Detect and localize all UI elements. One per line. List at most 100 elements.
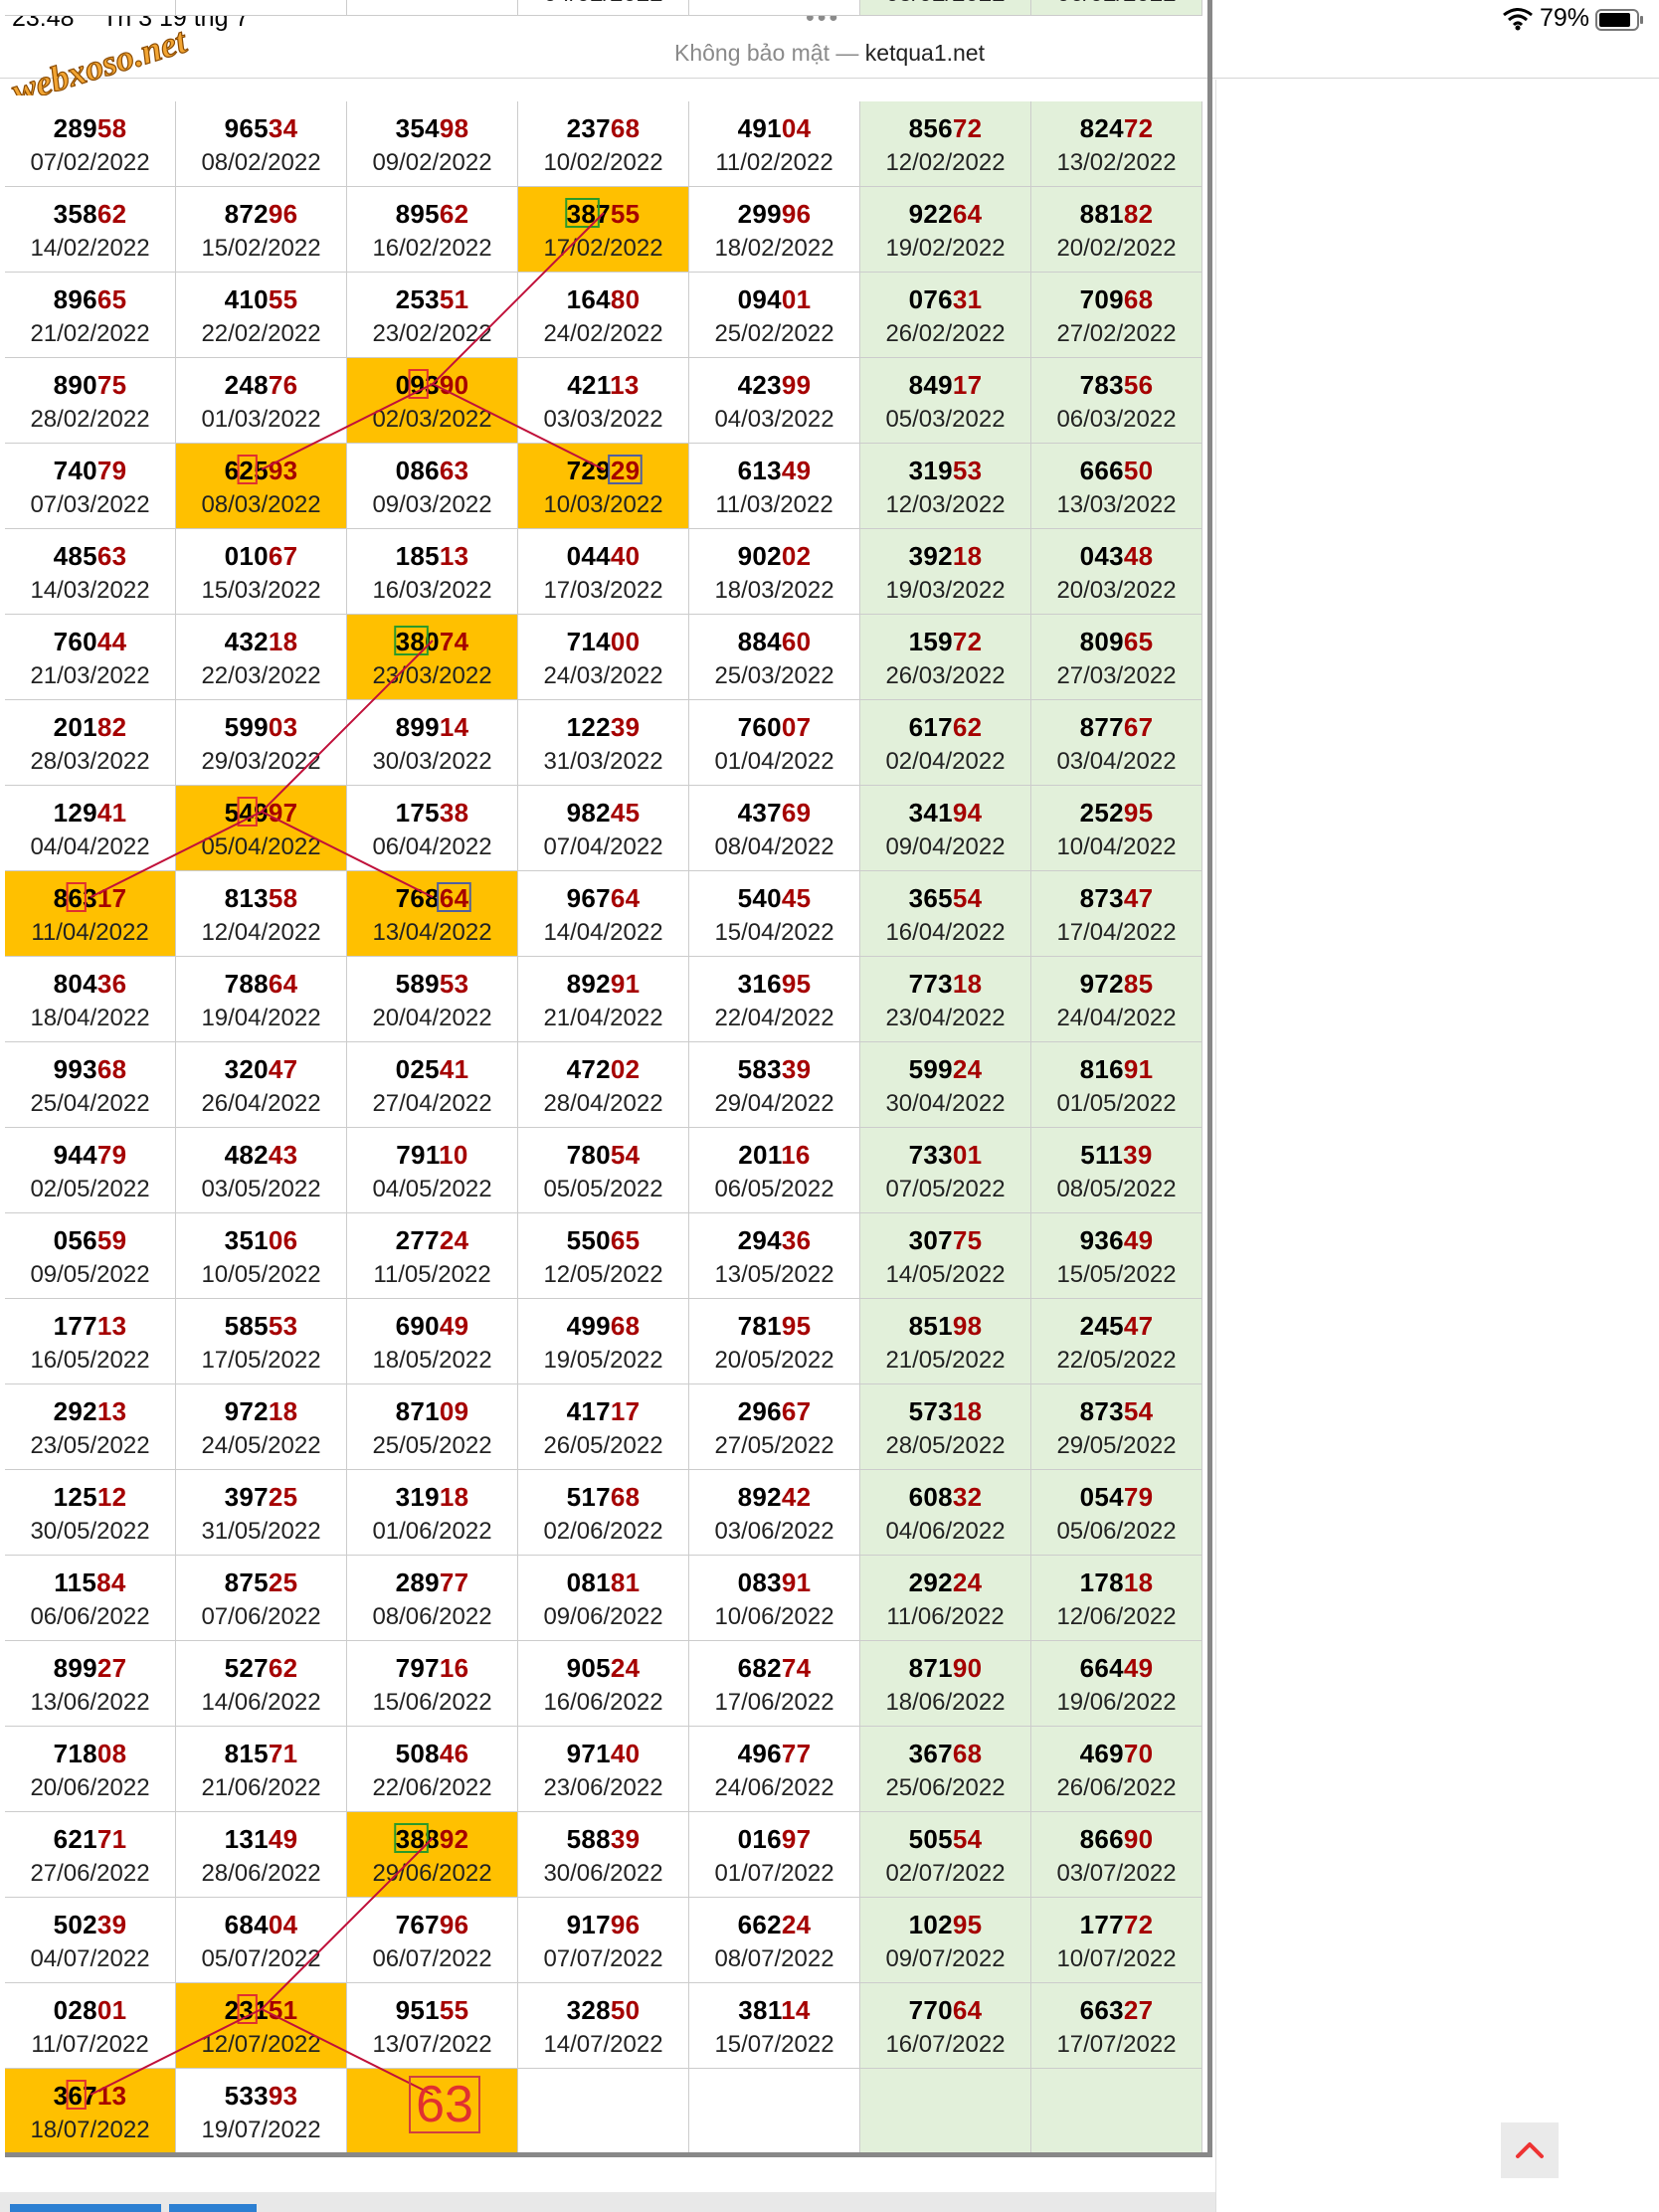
number-tail: 50: [1123, 456, 1154, 485]
number-tail: 27: [96, 1653, 127, 1683]
number-head: 875: [224, 1567, 269, 1597]
result-cell: 78356 06/03/2022: [1031, 358, 1202, 444]
result-number: 77064: [860, 1995, 1030, 2026]
result-cell: 52762 14/06/2022: [176, 1641, 347, 1727]
number-head: 086: [395, 456, 440, 485]
result-number: 61762: [860, 712, 1030, 743]
result-cell: 71400 24/03/2022: [518, 615, 689, 700]
result-cell: 50239 04/07/2022: [5, 1898, 176, 1983]
result-date: 01/03/2022: [201, 406, 321, 433]
number-tail: 80: [610, 284, 641, 314]
result-cell: 76864 13/04/2022: [347, 871, 518, 957]
result-number: 50846: [347, 1739, 517, 1769]
result-cell: [689, 0, 860, 16]
number-tail: 71: [268, 1739, 298, 1768]
result-cell: 12941 04/04/2022: [5, 786, 176, 871]
number-tail: 93: [268, 456, 298, 485]
result-cell: 32047 26/04/2022: [176, 1042, 347, 1128]
number-tail: 17: [610, 1396, 641, 1426]
number-head: 718: [53, 1739, 97, 1768]
number-tail: 18: [268, 1396, 298, 1426]
number-head: 917: [566, 1910, 611, 1939]
result-number: 99368: [5, 1054, 175, 1085]
result-date: 10/07/2022: [1056, 1945, 1177, 1972]
number-tail: 64: [952, 199, 983, 229]
number-head: 895: [395, 199, 440, 229]
result-date: 20/05/2022: [714, 1347, 834, 1374]
result-date: 30/05/2022: [30, 1518, 150, 1545]
number-tail: 97: [781, 1824, 812, 1854]
bottom-tab-2[interactable]: [169, 2204, 257, 2212]
result-number: 39725: [176, 1482, 346, 1513]
number-tail: 24: [952, 1567, 983, 1597]
result-number: 20116: [689, 1140, 859, 1171]
number-tail: 90: [952, 1653, 983, 1683]
number-tail: 68: [610, 1311, 641, 1341]
result-cell: 36554 16/04/2022: [860, 871, 1031, 957]
page-divider: [1215, 80, 1216, 2212]
result-cell: 50846 22/06/2022: [347, 1727, 518, 1812]
result-date: 06/02/2022: [1031, 0, 1201, 8]
result-date: 20/06/2022: [30, 1774, 150, 1801]
result-cell: 89562 16/02/2022: [347, 187, 518, 273]
result-date: 09/07/2022: [885, 1945, 1006, 1972]
result-date: 22/04/2022: [714, 1005, 834, 1031]
number-tail: 08: [96, 1739, 127, 1768]
result-cell: 66650 13/03/2022: [1031, 444, 1202, 529]
result-cell: 02541 27/04/2022: [347, 1042, 518, 1128]
number-tail: 68: [610, 1482, 641, 1512]
number-tail: 81: [610, 1567, 641, 1597]
number-head: 392: [908, 541, 953, 571]
number-head: 951: [395, 1995, 440, 2025]
result-date: 31/05/2022: [201, 1518, 321, 1545]
number-head: 588: [566, 1824, 611, 1854]
number-head: 967: [566, 883, 611, 913]
result-date: 26/05/2022: [543, 1432, 663, 1459]
result-date: 23/04/2022: [885, 1005, 1006, 1031]
result-date: 07/04/2022: [543, 833, 663, 860]
number-tail: 93: [268, 2081, 298, 2111]
number-tail: 38: [439, 798, 469, 828]
number-head: 729: [566, 456, 611, 485]
result-cell: 70968 27/02/2022: [1031, 273, 1202, 358]
result-cell: 48563 14/03/2022: [5, 529, 176, 615]
result-cell: 49677 24/06/2022: [689, 1727, 860, 1812]
result-cell: 28977 08/06/2022: [347, 1556, 518, 1641]
number-tail: 00: [610, 627, 641, 656]
number-head: 866: [1079, 1824, 1124, 1854]
result-date: 10/02/2022: [543, 149, 663, 176]
number-head: 873: [1079, 883, 1124, 913]
bottom-tab-1[interactable]: [10, 2204, 161, 2212]
number-head: 365: [908, 883, 953, 913]
result-number: 10295: [860, 1910, 1030, 1940]
result-cell: 15972 26/03/2022: [860, 615, 1031, 700]
result-number: 41717: [518, 1396, 688, 1427]
number-tail: 62: [952, 712, 983, 742]
number-head: 178: [1079, 1567, 1124, 1597]
number-tail: 47: [1123, 1311, 1154, 1341]
number-tail: 16: [781, 1140, 811, 1170]
result-date: 27/03/2022: [1056, 662, 1177, 689]
result-number: 79110: [347, 1140, 517, 1171]
number-tail: 29: [610, 456, 641, 485]
scroll-to-top-button[interactable]: [1501, 2122, 1559, 2178]
result-cell: 93649 15/05/2022: [1031, 1213, 1202, 1299]
result-cell: [518, 2069, 689, 2152]
result-cell: 29667 27/05/2022: [689, 1384, 860, 1470]
result-date: 12/06/2022: [1056, 1603, 1177, 1630]
result-cell: 20116 06/05/2022: [689, 1128, 860, 1213]
result-cell: 69049 18/05/2022: [347, 1299, 518, 1384]
result-number: 92264: [860, 199, 1030, 230]
result-number: 29996: [689, 199, 859, 230]
result-cell: 35498 09/02/2022: [347, 101, 518, 187]
number-head: 982: [566, 798, 611, 828]
number-head: 760: [53, 627, 97, 656]
number-head: 472: [566, 1054, 611, 1084]
number-head: 044: [566, 541, 611, 571]
number-head: 499: [566, 1311, 611, 1341]
result-cell: 68274 17/06/2022: [689, 1641, 860, 1727]
number-tail: 54: [952, 883, 983, 913]
result-cell: 39725 31/05/2022: [176, 1470, 347, 1556]
result-cell: 59903 29/03/2022: [176, 700, 347, 786]
result-date: 09/05/2022: [30, 1261, 150, 1288]
